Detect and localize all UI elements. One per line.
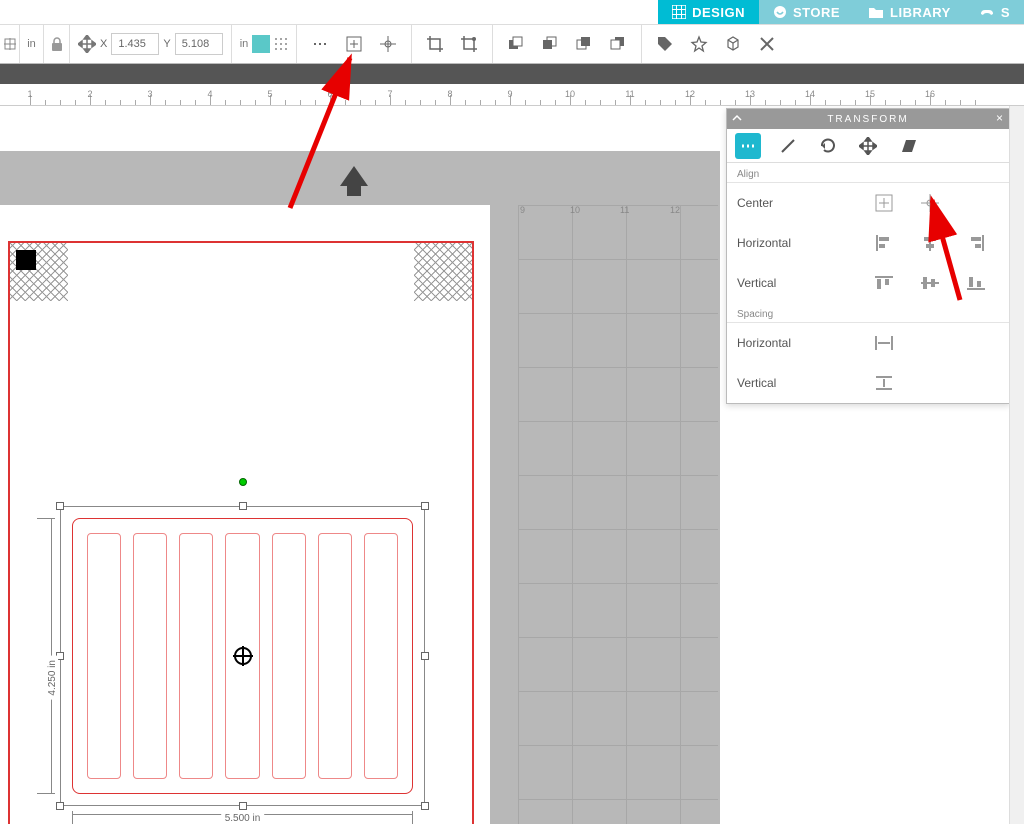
row-center: Center	[727, 183, 1009, 223]
collapse-icon[interactable]	[731, 112, 743, 124]
favorite-button[interactable]	[684, 29, 714, 59]
panel-tab-rotate[interactable]	[815, 133, 841, 159]
tab-design-label: DESIGN	[692, 5, 745, 20]
horizontal-ruler: 12345678910111213141516	[0, 84, 1024, 106]
panel-titlebar[interactable]: TRANSFORM ×	[727, 109, 1009, 129]
close-button[interactable]	[752, 29, 782, 59]
lock-button[interactable]	[44, 25, 70, 63]
handle-bl[interactable]	[56, 802, 64, 810]
align-left-option[interactable]	[861, 234, 907, 252]
align-group	[297, 25, 412, 63]
crop-button[interactable]	[420, 29, 450, 59]
x-input[interactable]	[111, 33, 159, 55]
unit-display[interactable]: in	[20, 25, 44, 63]
grid-swatch-icon	[252, 35, 270, 53]
row-align-vertical: Vertical	[727, 263, 1009, 303]
panel-tabs	[727, 129, 1009, 163]
phone-icon	[979, 6, 995, 18]
handle-tl[interactable]	[56, 502, 64, 510]
panel-tab-move[interactable]	[855, 133, 881, 159]
tag-button[interactable]	[650, 29, 680, 59]
top-nav: DESIGN STORE LIBRARY S	[658, 0, 1024, 24]
space-vertical-option[interactable]	[861, 374, 907, 392]
lock-icon	[50, 36, 64, 52]
mat-ruler: 9101112	[518, 205, 718, 217]
section-align: Align	[727, 163, 1009, 183]
tab-send[interactable]: S	[965, 0, 1024, 24]
send-to-back-button[interactable]	[603, 29, 633, 59]
crop-alt-button[interactable]	[454, 29, 484, 59]
transform-panel: TRANSFORM × Align Center Horizontal Vert…	[726, 108, 1010, 404]
align-center-h-option[interactable]	[907, 234, 953, 252]
toolbar: in X Y in	[0, 24, 1024, 64]
selection-mode-icon[interactable]	[0, 25, 20, 63]
center-crosshair-option[interactable]	[907, 193, 953, 213]
align-top-option[interactable]	[861, 274, 907, 292]
dimension-width: 5.500 in	[72, 814, 413, 824]
handle-mb[interactable]	[239, 802, 247, 810]
mat-grid: 9101112	[518, 205, 718, 824]
reg-mark-square	[16, 250, 36, 270]
row-align-horizontal: Horizontal	[727, 223, 1009, 263]
bring-forward-button[interactable]	[535, 29, 565, 59]
grid-unit-group[interactable]: in	[232, 25, 298, 63]
xy-group: X Y	[70, 25, 232, 63]
y-input[interactable]	[175, 33, 223, 55]
arrange-group	[493, 25, 642, 63]
dark-bar	[0, 64, 1024, 84]
handle-br[interactable]	[421, 802, 429, 810]
bring-to-front-button[interactable]	[501, 29, 531, 59]
grid-dots-icon	[274, 37, 288, 51]
send-backward-button[interactable]	[569, 29, 599, 59]
3d-button[interactable]	[718, 29, 748, 59]
tab-store[interactable]: STORE	[759, 0, 854, 24]
dimension-height: 4.250 in	[34, 518, 52, 794]
rotate-handle[interactable]	[239, 478, 247, 486]
y-label: Y	[163, 38, 170, 50]
center-to-page-option[interactable]	[861, 193, 907, 213]
handle-tr[interactable]	[421, 502, 429, 510]
design-shape[interactable]	[72, 518, 413, 794]
align-button[interactable]	[305, 29, 335, 59]
tab-library[interactable]: LIBRARY	[854, 0, 965, 24]
x-label: X	[100, 38, 107, 50]
crop-group	[412, 25, 493, 63]
misc-group	[642, 25, 790, 63]
panel-close-button[interactable]: ×	[996, 111, 1005, 125]
section-spacing: Spacing	[727, 303, 1009, 323]
store-icon	[773, 5, 787, 19]
page-top-arrow-icon	[340, 166, 368, 186]
panel-title: TRANSFORM	[827, 114, 908, 125]
vertical-scrollbar[interactable]	[1009, 106, 1024, 824]
space-horizontal-option[interactable]	[861, 334, 907, 352]
row-space-horizontal: Horizontal	[727, 323, 1009, 363]
panel-tab-shear[interactable]	[895, 133, 921, 159]
grid-icon	[672, 5, 686, 19]
tab-store-label: STORE	[793, 5, 840, 20]
panel-tab-scale[interactable]	[775, 133, 801, 159]
tab-send-label: S	[1001, 5, 1010, 20]
align-right-option[interactable]	[953, 234, 999, 252]
selection-bbox[interactable]: 5.500 in 4.250 in	[60, 506, 425, 806]
row-space-vertical: Vertical	[727, 363, 1009, 403]
tab-design[interactable]: DESIGN	[658, 0, 759, 24]
handle-mr[interactable]	[421, 652, 429, 660]
centerpoint-button[interactable]	[373, 29, 403, 59]
folder-icon	[868, 5, 884, 19]
align-bottom-option[interactable]	[953, 274, 999, 292]
tab-library-label: LIBRARY	[890, 5, 951, 20]
panel-tab-align[interactable]	[735, 133, 761, 159]
align-middle-option[interactable]	[907, 274, 953, 292]
move-icon	[78, 35, 96, 53]
handle-mt[interactable]	[239, 502, 247, 510]
center-to-page-button[interactable]	[339, 29, 369, 59]
